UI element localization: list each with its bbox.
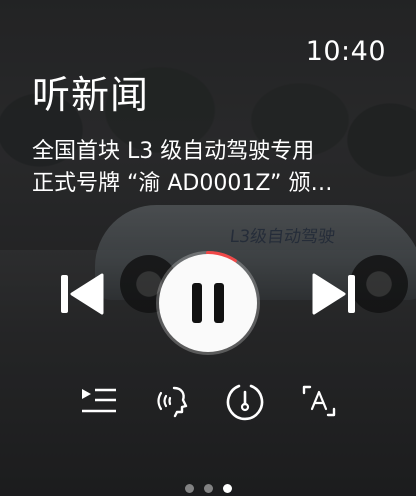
playback-speed-button[interactable] [224,380,266,422]
action-bar [0,380,416,424]
page-dot[interactable] [184,484,194,493]
playlist-icon [82,388,116,413]
text-size-icon [302,385,336,417]
page-indicator [0,478,416,493]
skip-next-icon [312,273,355,315]
text-size-button[interactable] [298,380,340,422]
playlist-button[interactable] [78,380,120,422]
pause-button[interactable] [155,250,261,356]
page-dot[interactable] [222,484,232,493]
news-headline-line-2: 正式号牌 “渝 AD0001Z” 颁… [32,171,333,196]
status-time: 10:40 [305,36,386,67]
voice-broadcast-icon [157,386,188,418]
voice-broadcast-button[interactable] [152,380,194,422]
pause-icon [192,283,224,323]
playback-controls [0,250,416,355]
page-title: 听新闻 [32,73,150,117]
news-headline[interactable]: 全国首块 L3 级自动驾驶专用 正式号牌 “渝 AD0001Z” 颁… [32,136,388,200]
speed-gauge-icon [226,384,264,421]
news-player-screen: L3级自动驾驶 10:40 听新闻 全国首块 L3 级自动驾驶专用 正式号牌 “… [0,0,416,496]
previous-button[interactable] [58,271,108,317]
skip-previous-icon [61,273,104,315]
page-dot[interactable] [203,484,213,493]
next-button[interactable] [308,271,358,317]
news-headline-line-1: 全国首块 L3 级自动驾驶专用 [32,139,315,164]
